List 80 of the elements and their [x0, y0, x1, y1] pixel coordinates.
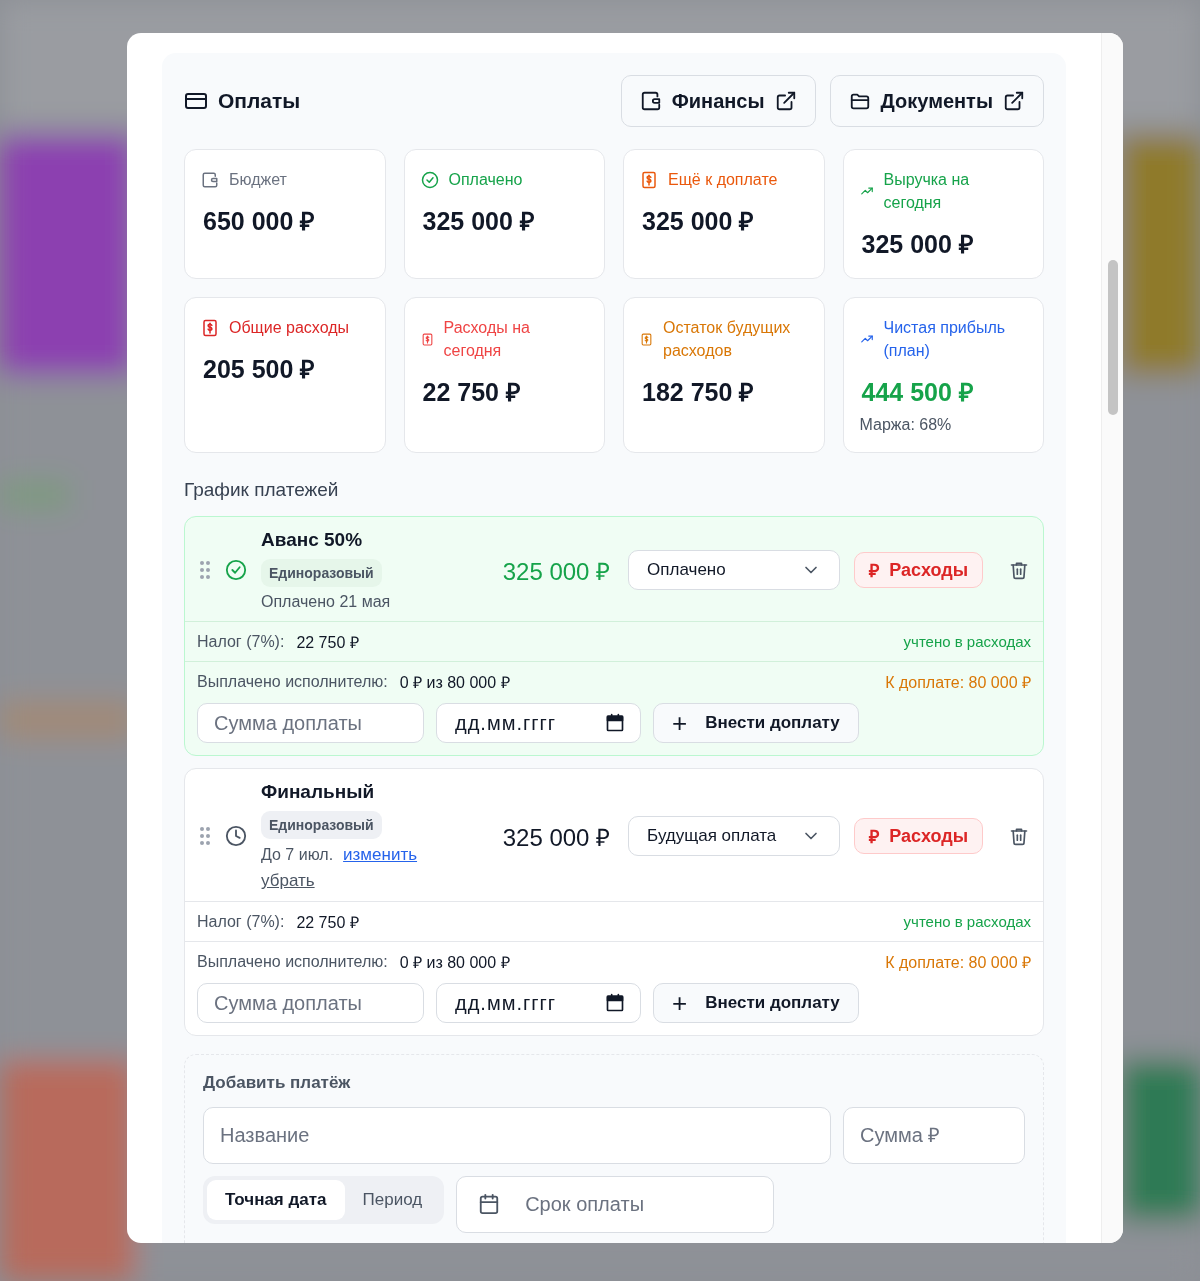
tax-value: 22 750 ₽ [296, 912, 359, 933]
stat-value: 205 500 ₽ [203, 354, 317, 385]
due-amount: К доплате: 80 000 ₽ [885, 672, 1031, 693]
stat-value: 650 000 ₽ [203, 206, 317, 237]
payment-title: Аванс 50% [261, 529, 363, 551]
external-link-icon [1003, 90, 1025, 112]
stat-label: Оплачено [448, 170, 523, 190]
amount-field[interactable]: Сумма доплаты [197, 703, 424, 743]
drag-handle-icon[interactable] [199, 826, 211, 846]
stat-label: Бюджет [229, 170, 287, 190]
wallet-icon [639, 90, 662, 112]
trash-icon[interactable] [1009, 560, 1029, 580]
stat-label: Общие расходы [229, 318, 350, 338]
change-link[interactable]: изменить [343, 845, 418, 865]
due-amount: К доплате: 80 000 ₽ [885, 952, 1031, 973]
trend-up-icon [859, 184, 874, 198]
payment-date: Оплачено 21 мая [261, 593, 391, 611]
dollar-bill-icon [420, 332, 434, 346]
clock-icon [225, 825, 247, 847]
date-mode-tab[interactable]: Период [344, 1180, 441, 1220]
date-field[interactable]: дд.мм.гггг [436, 703, 641, 743]
dollar-bill-icon [640, 332, 653, 346]
stat-value: 444 500 ₽ [861, 377, 975, 408]
tax-value: 22 750 ₽ [296, 632, 359, 653]
stat-label: Выручка на сегодня [883, 170, 971, 213]
tax-label: Налог (7%): [197, 912, 285, 931]
status-dropdown[interactable]: Будущая оплата [628, 816, 841, 856]
paid-label: Выплачено исполнителю: [197, 672, 388, 691]
trend-up-icon [859, 332, 874, 346]
stat-value: 325 000 ₽ [642, 206, 756, 237]
stat-value: 325 000 ₽ [422, 206, 536, 237]
date-mode-tab[interactable]: Точная дата [207, 1180, 345, 1220]
check-circle-icon [420, 170, 439, 189]
type-badge: Единоразовый [261, 811, 382, 839]
add-payment-button[interactable]: + Внести доплату [653, 983, 859, 1023]
payment-date: До 7 июл. [261, 846, 334, 864]
payment-title: Финальный [261, 781, 375, 803]
name-field[interactable]: Название [203, 1107, 831, 1164]
remove-link[interactable]: убрать [261, 871, 315, 891]
stat-label: Остаток будущих расходов [663, 318, 792, 361]
margin-text: Маржа: 68% [859, 416, 953, 434]
stat-label: Расходы на сегодня [443, 318, 531, 361]
trash-icon[interactable] [1009, 826, 1029, 846]
calendar-icon [478, 1193, 501, 1215]
expenses-button[interactable]: ₽ Расходы [854, 552, 983, 588]
amount-field[interactable]: Сумма ₽ [843, 1107, 1025, 1164]
status-dropdown[interactable]: Оплачено [628, 550, 841, 590]
paid-value: 0 ₽ из 80 000 ₽ [399, 952, 510, 973]
expenses-button[interactable]: ₽ Расходы [854, 818, 983, 854]
drag-handle-icon[interactable] [199, 560, 211, 580]
form-title: Добавить платёж [203, 1073, 352, 1093]
stat-value: 22 750 ₽ [422, 377, 522, 408]
tax-note: учтено в расходах [903, 913, 1031, 930]
paid-value: 0 ₽ из 80 000 ₽ [399, 672, 510, 693]
stat-label: Ещё к доплате [668, 170, 778, 190]
amount-field[interactable]: Сумма доплаты [197, 983, 424, 1023]
paid-label: Выплачено исполнителю: [197, 952, 388, 971]
stat-label: Чистая прибыль (план) [883, 318, 1007, 361]
tax-note: учтено в расходах [903, 633, 1031, 650]
type-badge: Единоразовый [261, 559, 382, 587]
section-title: Оплаты [218, 89, 301, 113]
wallet-icon [201, 170, 219, 189]
dollar-bill-icon [201, 318, 219, 337]
section-title: График платежей [184, 479, 340, 501]
add-payment-button[interactable]: + Внести доплату [653, 703, 859, 743]
check-circle-icon [225, 559, 247, 581]
payment-amount: 325 000 ₽ [502, 556, 611, 587]
finance-button[interactable]: Финансы [620, 75, 816, 127]
payment-amount: 325 000 ₽ [502, 822, 611, 853]
tax-label: Налог (7%): [197, 632, 285, 651]
documents-button[interactable]: Документы [829, 75, 1044, 127]
date-field[interactable]: дд.мм.гггг [436, 983, 641, 1023]
external-link-icon [774, 90, 797, 112]
calendar-icon [605, 993, 625, 1013]
due-date-field[interactable]: Срок оплаты [456, 1176, 775, 1233]
scrollbar-thumb[interactable] [1108, 260, 1118, 415]
stat-value: 182 750 ₽ [642, 377, 756, 408]
dollar-bill-icon [640, 170, 658, 189]
stat-value: 325 000 ₽ [861, 229, 975, 260]
calendar-icon [605, 713, 625, 733]
